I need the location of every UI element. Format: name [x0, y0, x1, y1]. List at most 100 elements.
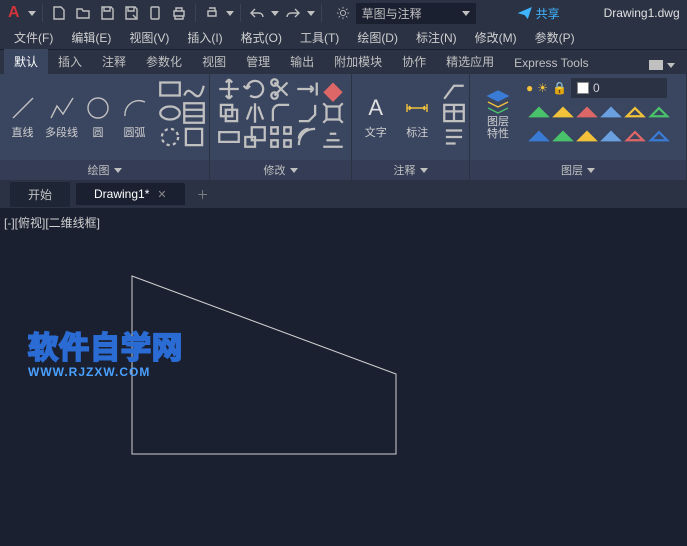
- layer-freeze-icon[interactable]: [550, 102, 576, 124]
- extend-icon[interactable]: [294, 78, 320, 100]
- arc-button[interactable]: 圆弧: [118, 78, 151, 140]
- tab-start[interactable]: 开始: [10, 182, 70, 207]
- menu-tools[interactable]: 工具(T): [292, 26, 347, 49]
- layer-off-icon[interactable]: [526, 102, 552, 124]
- dimension-button[interactable]: 标注: [400, 78, 436, 140]
- lock-icon[interactable]: 🔒: [552, 81, 567, 95]
- viewport-label[interactable]: [-][俯视][二维线框]: [4, 214, 100, 231]
- tab-express[interactable]: Express Tools: [504, 52, 598, 74]
- menu-edit[interactable]: 编辑(E): [63, 26, 119, 49]
- erase-icon[interactable]: [320, 78, 346, 100]
- layer-c-icon[interactable]: [574, 126, 600, 148]
- layer-f-icon[interactable]: [646, 126, 672, 148]
- layer-d-icon[interactable]: [598, 126, 624, 148]
- move-icon[interactable]: [216, 78, 242, 100]
- redo-dropdown[interactable]: [307, 11, 315, 16]
- explode-icon[interactable]: [320, 102, 346, 124]
- hatch-icon[interactable]: [181, 102, 207, 124]
- rotate-icon[interactable]: [242, 78, 268, 100]
- tab-collaborate[interactable]: 协作: [392, 49, 436, 74]
- tab-insert[interactable]: 插入: [48, 49, 92, 74]
- layer-selector[interactable]: 0: [571, 78, 667, 98]
- new-tab-button[interactable]: ＋: [191, 186, 215, 203]
- panel-layers: 图层 特性 ● ☀ 🔒 0: [470, 74, 687, 180]
- polyline-button[interactable]: 多段线: [45, 78, 78, 140]
- panel-modify: 修改: [210, 74, 352, 180]
- table-icon[interactable]: [441, 102, 467, 124]
- chevron-down-icon[interactable]: [420, 168, 428, 173]
- drawing-canvas[interactable]: [-][俯视][二维线框] 软件自学网 WWW.RJZXW.COM: [0, 208, 687, 546]
- tab-parametric[interactable]: 参数化: [136, 49, 192, 74]
- mirror-icon[interactable]: [242, 102, 268, 124]
- menu-file[interactable]: 文件(F): [6, 26, 61, 49]
- tab-annotate[interactable]: 注释: [92, 49, 136, 74]
- fillet-icon[interactable]: [268, 102, 294, 124]
- tab-view[interactable]: 视图: [192, 49, 236, 74]
- align-icon[interactable]: [320, 126, 346, 148]
- ellipse-icon[interactable]: [157, 102, 183, 124]
- menu-dimension[interactable]: 标注(N): [408, 26, 465, 49]
- chevron-down-icon[interactable]: [290, 168, 298, 173]
- spline-icon[interactable]: [181, 78, 207, 100]
- web-mobile-icon[interactable]: [145, 3, 165, 23]
- open-icon[interactable]: [73, 3, 93, 23]
- tab-default[interactable]: 默认: [4, 49, 48, 74]
- sun-icon[interactable]: ☀: [537, 81, 548, 95]
- app-menu-dropdown[interactable]: [28, 11, 36, 16]
- watermark-text: 软件自学网: [28, 323, 183, 367]
- text-button[interactable]: A文字: [358, 78, 394, 140]
- layer-match-icon[interactable]: [622, 102, 648, 124]
- new-icon[interactable]: [49, 3, 69, 23]
- undo-icon[interactable]: [247, 3, 267, 23]
- layer-lock-icon[interactable]: [574, 102, 600, 124]
- layer-iso-icon[interactable]: [598, 102, 624, 124]
- layer-b-icon[interactable]: [550, 126, 576, 148]
- line-button[interactable]: 直线: [6, 78, 39, 140]
- tab-output[interactable]: 输出: [280, 49, 324, 74]
- menu-format[interactable]: 格式(O): [233, 26, 290, 49]
- menu-view[interactable]: 视图(V): [121, 26, 177, 49]
- plot-icon[interactable]: [169, 3, 189, 23]
- undo-dropdown[interactable]: [271, 11, 279, 16]
- redo-icon[interactable]: [283, 3, 303, 23]
- chevron-down-icon[interactable]: [587, 168, 595, 173]
- rectangle-icon[interactable]: [157, 78, 183, 100]
- mtext-icon[interactable]: [441, 126, 467, 148]
- chevron-down-icon[interactable]: [114, 168, 122, 173]
- array-icon[interactable]: [268, 126, 294, 148]
- ribbon-options[interactable]: [641, 56, 683, 74]
- workspace-selector[interactable]: 草图与注释: [356, 3, 476, 24]
- layer-prev-icon[interactable]: [646, 102, 672, 124]
- print-dropdown[interactable]: [226, 11, 234, 16]
- leader-icon[interactable]: [441, 78, 467, 100]
- tab-addins[interactable]: 附加模块: [324, 49, 392, 74]
- tab-drawing1[interactable]: Drawing1* ✕: [76, 183, 185, 205]
- scale-icon[interactable]: [242, 126, 268, 148]
- gear-icon[interactable]: [336, 6, 350, 20]
- app-icon[interactable]: A: [4, 4, 24, 22]
- region-icon[interactable]: [181, 126, 207, 148]
- menu-modify[interactable]: 修改(M): [467, 26, 525, 49]
- print-icon[interactable]: [202, 3, 222, 23]
- offset-icon[interactable]: [294, 126, 320, 148]
- copy-icon[interactable]: [216, 102, 242, 124]
- chamfer-icon[interactable]: [294, 102, 320, 124]
- stretch-icon[interactable]: [216, 126, 242, 148]
- menu-insert[interactable]: 插入(I): [179, 26, 230, 49]
- saveas-icon[interactable]: [121, 3, 141, 23]
- layer-a-icon[interactable]: [526, 126, 552, 148]
- layer-color-swatch: [577, 82, 589, 94]
- share-button[interactable]: 共享: [518, 5, 560, 22]
- menu-parametric[interactable]: 参数(P): [527, 26, 583, 49]
- trim-icon[interactable]: [268, 78, 294, 100]
- layer-e-icon[interactable]: [622, 126, 648, 148]
- layer-properties-button[interactable]: 图层 特性: [476, 78, 520, 140]
- tab-featured[interactable]: 精选应用: [436, 49, 504, 74]
- close-icon[interactable]: ✕: [157, 188, 166, 201]
- bulb-icon[interactable]: ●: [526, 81, 533, 95]
- save-icon[interactable]: [97, 3, 117, 23]
- circle-button[interactable]: 圆: [84, 78, 112, 140]
- tab-manage[interactable]: 管理: [236, 49, 280, 74]
- menu-draw[interactable]: 绘图(D): [349, 26, 406, 49]
- polygon-icon[interactable]: [157, 126, 183, 148]
